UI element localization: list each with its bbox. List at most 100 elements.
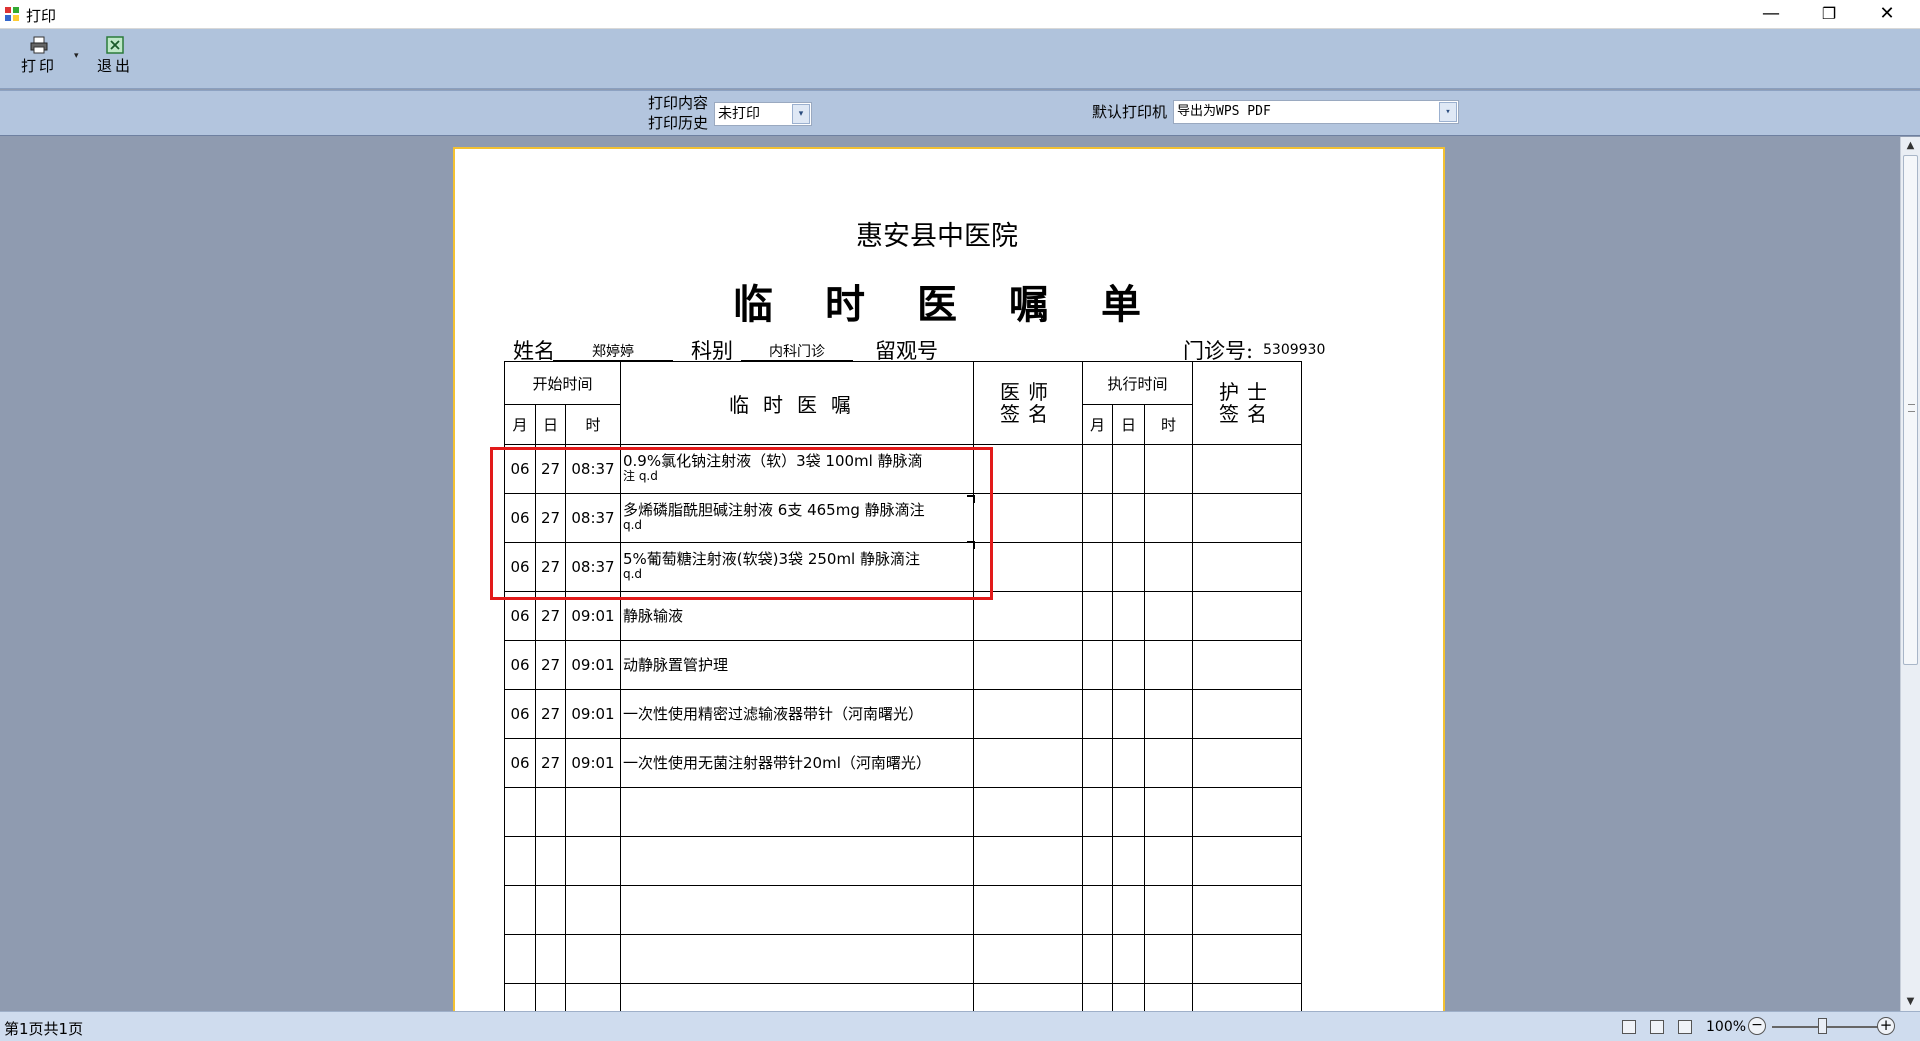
print-content-value: 未打印 bbox=[718, 106, 760, 122]
scroll-down-icon[interactable]: ▼ bbox=[1901, 993, 1920, 1011]
doctor-sign-cell bbox=[973, 591, 1083, 641]
exec-time-cell bbox=[1144, 493, 1193, 543]
clinic-no-value: 5309930 bbox=[1263, 342, 1326, 358]
print-preview-area[interactable]: 惠安县中医院 临时医嘱单 姓名 郑婷婷 科别 内科门诊 留观号 门诊号: 530… bbox=[0, 137, 1900, 1011]
order-text-cell bbox=[620, 934, 974, 984]
doctor-sign-cell bbox=[973, 444, 1083, 494]
order-time: 09:01 bbox=[565, 689, 621, 739]
order-text: 多烯磷脂酰胆碱注射液 6支 465mg 静脉滴注 bbox=[623, 501, 925, 519]
temporary-order-table: 开始时间 临时医嘱 医师 签名 执行时间 护士 签名 月 日 时 月 日 时 0… bbox=[504, 361, 1302, 1011]
order-text-cell bbox=[620, 836, 974, 886]
table-row bbox=[504, 934, 1302, 984]
order-text-cell: 静脉输液 bbox=[620, 591, 974, 641]
exec-time-cell bbox=[1144, 689, 1193, 739]
exec-day-cell bbox=[1112, 885, 1145, 935]
exec-time-cell bbox=[1144, 983, 1193, 1011]
chevron-down-icon[interactable]: ▾ bbox=[792, 104, 810, 124]
order-time: 08:37 bbox=[565, 444, 621, 494]
doctor-sign-cell bbox=[973, 885, 1083, 935]
order-day bbox=[535, 934, 566, 984]
corner-mark bbox=[967, 495, 975, 503]
exec-time-cell bbox=[1144, 591, 1193, 641]
dept-value: 内科门诊 bbox=[741, 341, 853, 361]
zoom-in-icon[interactable]: + bbox=[1877, 1017, 1895, 1035]
print-button-label: 打印 bbox=[20, 57, 57, 75]
exec-time-header: 执行时间 bbox=[1082, 361, 1193, 405]
nurse-sign-cell bbox=[1192, 542, 1302, 592]
exec-day-cell bbox=[1112, 738, 1145, 788]
printer-value: 导出为WPS PDF bbox=[1177, 104, 1271, 119]
close-button[interactable]: ✕ bbox=[1864, 0, 1910, 29]
table-row: 06 27 08:37 5%葡萄糖注射液(软袋)3袋 250ml 静脉滴注 q.d bbox=[504, 542, 1302, 592]
order-day: 27 bbox=[535, 493, 566, 543]
zoom-slider-thumb[interactable] bbox=[1818, 1018, 1827, 1034]
print-options-bar: 打印内容 打印历史 未打印 ▾ 默认打印机 导出为WPS PDF ▾ bbox=[0, 90, 1920, 136]
exec-month-cell bbox=[1082, 787, 1113, 837]
exec-month-cell bbox=[1082, 836, 1113, 886]
exec-day-header: 日 bbox=[1112, 404, 1145, 445]
print-content-select[interactable]: 未打印 ▾ bbox=[714, 102, 812, 126]
day-header: 日 bbox=[535, 404, 566, 445]
window-title: 打印 bbox=[26, 7, 57, 25]
minimize-button[interactable]: — bbox=[1748, 0, 1794, 29]
exec-time-cell bbox=[1144, 885, 1193, 935]
exec-time-cell bbox=[1144, 542, 1193, 592]
scroll-thumb[interactable] bbox=[1903, 155, 1918, 665]
order-day: 27 bbox=[535, 738, 566, 788]
chevron-down-icon[interactable]: ▾ bbox=[1439, 102, 1457, 122]
page-info: 第1页共1页 bbox=[4, 1020, 84, 1038]
order-day: 27 bbox=[535, 591, 566, 641]
order-text: 静脉输液 bbox=[623, 606, 684, 625]
scroll-up-icon[interactable]: ▲ bbox=[1901, 137, 1920, 155]
exec-day-cell bbox=[1112, 640, 1145, 690]
doctor-sign-cell bbox=[973, 738, 1083, 788]
name-value: 郑婷婷 bbox=[553, 341, 673, 361]
order-text: 0.9%氯化钠注射液（软）3袋 100ml 静脉滴 bbox=[623, 452, 923, 470]
maximize-button[interactable]: ❐ bbox=[1806, 0, 1852, 29]
order-day: 27 bbox=[535, 542, 566, 592]
month-header: 月 bbox=[504, 404, 536, 445]
exit-icon bbox=[106, 36, 124, 54]
vertical-scrollbar[interactable]: ▲ ▼ bbox=[1900, 137, 1920, 1011]
order-time: 09:01 bbox=[565, 738, 621, 788]
app-icon bbox=[5, 7, 19, 21]
order-text-cell bbox=[620, 983, 974, 1011]
order-text: 一次性使用精密过滤输液器带针（河南曙光） bbox=[623, 704, 924, 723]
multi-page-icon[interactable] bbox=[1678, 1020, 1692, 1034]
order-month: 06 bbox=[504, 640, 536, 690]
table-row: 06 27 09:01 一次性使用精密过滤输液器带针（河南曙光） bbox=[504, 689, 1302, 739]
nurse-sign-cell bbox=[1192, 444, 1302, 494]
table-row: 06 27 08:37 多烯磷脂酰胆碱注射液 6支 465mg 静脉滴注 q.d bbox=[504, 493, 1302, 543]
start-time-header: 开始时间 bbox=[504, 361, 621, 405]
nurse-sign-cell bbox=[1192, 640, 1302, 690]
print-dropdown-arrow[interactable]: ▾ bbox=[74, 51, 79, 61]
nurse-sign-header: 护士 签名 bbox=[1192, 361, 1302, 445]
fit-page-icon[interactable] bbox=[1622, 1020, 1636, 1034]
exit-button[interactable]: 退出 bbox=[90, 33, 140, 83]
exec-month-cell bbox=[1082, 640, 1113, 690]
exec-time-cell bbox=[1144, 836, 1193, 886]
order-month bbox=[504, 787, 536, 837]
order-day bbox=[535, 836, 566, 886]
print-button[interactable]: 打印 bbox=[14, 33, 64, 83]
zoom-out-icon[interactable]: − bbox=[1748, 1017, 1766, 1035]
single-page-icon[interactable] bbox=[1650, 1020, 1664, 1034]
order-time bbox=[565, 787, 621, 837]
exec-time-cell bbox=[1144, 640, 1193, 690]
default-printer-label: 默认打印机 bbox=[1092, 103, 1168, 121]
order-time bbox=[565, 983, 621, 1011]
printer-select[interactable]: 导出为WPS PDF ▾ bbox=[1173, 100, 1459, 124]
corner-mark bbox=[967, 541, 975, 549]
order-month: 06 bbox=[504, 689, 536, 739]
order-text-cell: 动静脉置管护理 bbox=[620, 640, 974, 690]
print-history-label: 打印历史 bbox=[648, 114, 709, 132]
order-month bbox=[504, 836, 536, 886]
title-bar: 打印 — ❐ ✕ bbox=[0, 0, 1920, 29]
order-text: 一次性使用无菌注射器带针20ml（河南曙光） bbox=[623, 753, 931, 772]
order-day bbox=[535, 787, 566, 837]
order-month bbox=[504, 983, 536, 1011]
grip-icon bbox=[1908, 404, 1915, 412]
table-row bbox=[504, 787, 1302, 837]
order-month: 06 bbox=[504, 542, 536, 592]
doctor-sign-cell bbox=[973, 542, 1083, 592]
